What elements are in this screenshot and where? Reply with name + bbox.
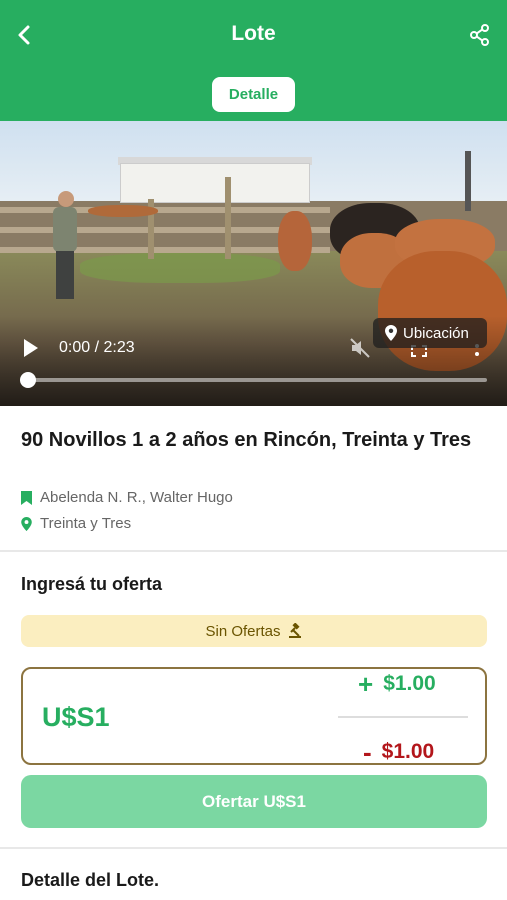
video-cow [88,205,158,217]
lot-title: 90 Novillos 1 a 2 años en Rincón, Treint… [21,429,472,451]
video-cow [278,211,312,271]
video-person-body [53,207,77,252]
video-scrubber[interactable] [20,372,36,388]
video-fence-post [225,177,231,259]
location-button[interactable]: Ubicación [373,318,487,348]
seller-name: Abelenda N. R., Walter Hugo [40,489,233,506]
video-progress-bar[interactable] [28,378,487,382]
share-icon [470,24,489,46]
video-fence-post [465,151,471,211]
play-icon[interactable] [22,338,40,358]
status-badge: Sin Ofertas [21,615,487,647]
decrement-button[interactable]: - $1.00 [363,736,435,767]
app-header: Lote Detalle [0,0,507,121]
location-pin-icon [385,325,397,341]
lot-location: Treinta y Tres [40,515,132,532]
bid-amount: U$S1 [42,702,110,732]
video-grass [80,253,280,283]
video-time: 0:00 / 2:23 [59,339,135,356]
submit-offer-button[interactable]: Ofertar U$S1 [21,775,487,828]
section-divider [0,550,507,552]
location-button-label: Ubicación [403,324,469,342]
video-person-legs [56,251,74,299]
video-barn [120,163,310,203]
status-badge-label: Sin Ofertas [205,622,281,640]
offer-heading: Ingresá tu oferta [21,574,163,594]
minus-icon: - [363,736,372,767]
bid-box: U$S1 + $1.00 - $1.00 [21,667,487,765]
location-row: Treinta y Tres [21,515,131,532]
detail-heading: Detalle del Lote. [21,870,160,890]
video-person-head [58,191,74,207]
video-person [50,191,80,301]
seller-row: Abelenda N. R., Walter Hugo [21,489,233,506]
tab-detalle[interactable]: Detalle [212,77,295,112]
page-title: Lote [231,22,276,45]
decrement-amount: $1.00 [381,740,435,763]
bookmark-icon [21,490,32,505]
section-divider [0,847,507,849]
increment-amount: $1.00 [383,672,436,695]
location-pin-icon [21,516,32,531]
video-player[interactable]: 0:00 / 2:23 Ubicación [0,121,507,406]
stepper-divider [338,716,468,718]
increment-button[interactable]: + $1.00 [358,668,436,699]
share-button[interactable] [467,22,493,48]
mute-icon[interactable] [349,337,371,359]
gavel-icon [288,623,301,638]
plus-icon: + [358,668,374,699]
